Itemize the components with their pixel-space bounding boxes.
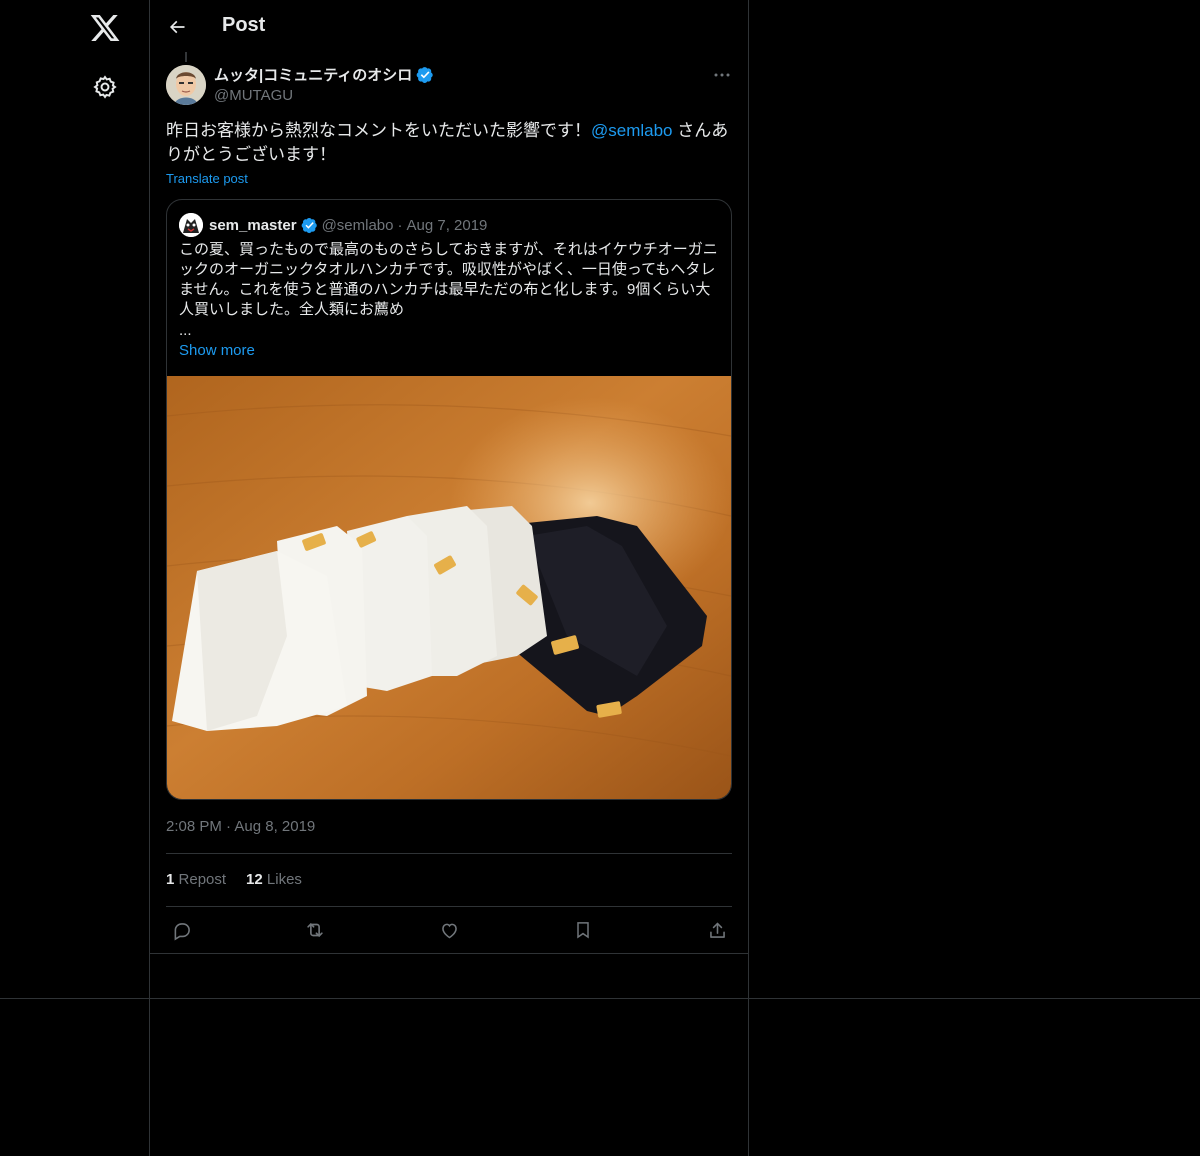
author-handle[interactable]: @MUTAGU xyxy=(214,87,434,104)
mention-link[interactable]: @semlabo xyxy=(591,121,673,140)
likes-count: 12 xyxy=(246,871,263,888)
like-button[interactable] xyxy=(436,917,462,943)
likes-label: Likes xyxy=(266,871,302,888)
right-column-border xyxy=(748,0,749,1156)
repost-count-link[interactable]: 1 Repost xyxy=(166,871,226,888)
heart-icon xyxy=(441,923,457,938)
action-bar xyxy=(166,917,732,943)
post-timestamp[interactable]: 2:08 PM · Aug 8, 2019 xyxy=(166,818,315,835)
repost-icon xyxy=(307,923,323,937)
stats-bottom-divider xyxy=(166,906,732,907)
verified-badge-icon xyxy=(416,66,434,83)
thread-connector xyxy=(185,52,187,62)
post-author[interactable]: ムッタ|コミュニティのオシロ @MUTAGU xyxy=(214,64,434,104)
quote-image[interactable] xyxy=(167,376,731,799)
left-column-border xyxy=(149,0,150,1156)
meta-separator: · xyxy=(397,216,403,234)
quote-text: この夏、買ったもので最高のものさらしておきますが、それはイケウチオーガニックのオ… xyxy=(179,241,718,318)
gear-icon[interactable] xyxy=(92,74,118,100)
reply-button[interactable] xyxy=(168,917,194,943)
verified-badge-icon xyxy=(301,217,317,233)
quote-date: Aug 7, 2019 xyxy=(406,216,488,234)
post-bottom-border xyxy=(150,953,748,954)
post-text: 昨日お客様から熱烈なコメントをいただいた影響です！@semlabo さんありがと… xyxy=(166,119,736,167)
quote-avatar[interactable] xyxy=(179,213,203,237)
back-button[interactable] xyxy=(164,14,190,40)
engagement-stats: 1 Repost 12 Likes xyxy=(166,871,302,888)
x-logo-icon[interactable] xyxy=(89,12,121,44)
stats-top-divider xyxy=(166,853,732,854)
repost-label: Repost xyxy=(178,871,227,888)
arrow-left-icon xyxy=(169,20,185,34)
avatar[interactable] xyxy=(166,65,206,105)
reply-icon xyxy=(174,922,190,940)
quoted-post[interactable]: sem_master @semlabo · Aug 7, 2019 この夏、買っ… xyxy=(166,199,732,800)
share-icon xyxy=(709,922,725,938)
quote-ellipsis: ... xyxy=(179,322,192,339)
post-text-part: 昨日お客様から熱烈なコメントをいただいた影響です！ xyxy=(166,121,591,140)
page-title: Post xyxy=(222,14,266,36)
more-horizontal-icon xyxy=(714,73,730,77)
bottom-divider xyxy=(0,998,1200,999)
quote-author-name: sem_master xyxy=(209,216,297,234)
repost-button[interactable] xyxy=(302,917,328,943)
likes-count-link[interactable]: 12 Likes xyxy=(246,871,302,888)
more-options-button[interactable] xyxy=(710,66,734,84)
quote-author-handle: @semlabo xyxy=(321,216,394,234)
bookmark-button[interactable] xyxy=(570,917,596,943)
repost-count: 1 xyxy=(166,871,175,888)
share-button[interactable] xyxy=(704,917,730,943)
page-header: Post xyxy=(150,0,748,54)
show-more-link[interactable]: Show more xyxy=(179,341,255,361)
bookmark-icon xyxy=(577,922,589,939)
translate-post-link[interactable]: Translate post xyxy=(166,171,248,186)
author-name[interactable]: ムッタ|コミュニティのオシロ xyxy=(214,64,412,85)
